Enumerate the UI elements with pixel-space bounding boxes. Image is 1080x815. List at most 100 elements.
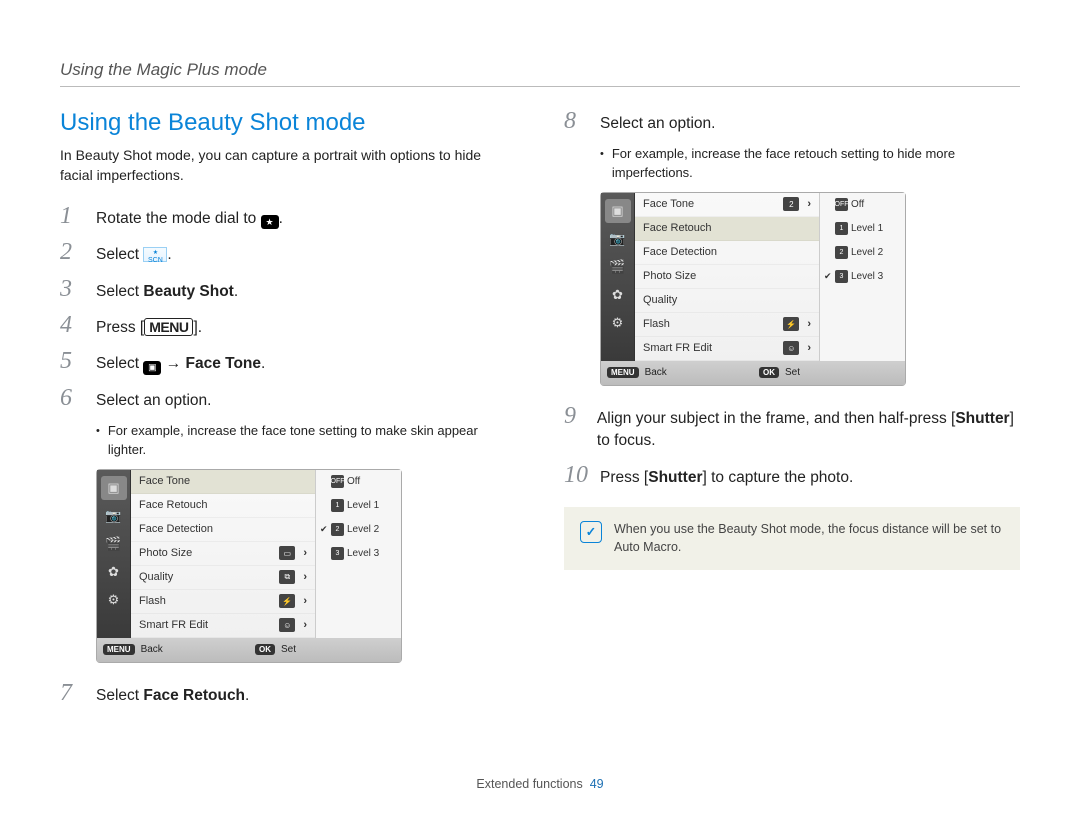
step-number: 9: [564, 404, 587, 428]
row-label: Flash: [139, 595, 166, 607]
step-number: 4: [60, 313, 86, 337]
step-text: Press [: [600, 469, 648, 486]
scn-icon: SCN: [143, 247, 167, 262]
step-9: 9 Align your subject in the frame, and t…: [564, 404, 1020, 453]
menu-row-photosize[interactable]: Photo Size▭›: [131, 542, 315, 566]
sidebar-shoot-icon: ▣: [605, 199, 631, 223]
option-icon: 3: [835, 270, 848, 283]
menu-row-flash[interactable]: Flash⚡›: [131, 590, 315, 614]
row-label: Face Tone: [139, 475, 190, 487]
step-number: 3: [60, 277, 86, 301]
back-label: Back: [645, 367, 667, 378]
menu-chip-icon: MENU: [607, 367, 639, 378]
row-value-icon: ⚡: [279, 594, 295, 608]
page-footer: Extended functions 49: [0, 777, 1080, 791]
sidebar-video-icon: 🎬: [605, 255, 631, 279]
page-number: 49: [590, 777, 604, 791]
camera-menu-list: Face Tone2› Face Retouch Face Detection …: [635, 193, 819, 361]
option-icon: 3: [331, 547, 344, 560]
step-text-post: .: [234, 283, 238, 300]
menu-row-quality[interactable]: Quality⧉›: [131, 566, 315, 590]
step-text: Select: [96, 283, 143, 300]
camera-footer: MENUBack OKSet: [97, 638, 401, 662]
option-label: Level 3: [851, 271, 883, 282]
option-off[interactable]: OFFOff: [316, 470, 401, 494]
menu-row-facetone[interactable]: Face Tone2›: [635, 193, 819, 217]
step-number: 10: [564, 463, 590, 487]
footer-section: Extended functions: [476, 777, 582, 791]
row-value-icon: ▭: [279, 546, 295, 560]
bullet-icon: •: [600, 147, 604, 181]
option-icon: 1: [331, 499, 344, 512]
ok-chip-icon: OK: [255, 644, 275, 655]
option-level2[interactable]: ✔2Level 2: [316, 518, 401, 542]
option-icon: 1: [835, 222, 848, 235]
option-level3[interactable]: ✔3Level 3: [820, 265, 905, 289]
chevron-right-icon: ›: [807, 198, 811, 210]
menu-button-label: MENU: [144, 318, 193, 336]
row-label: Face Tone: [643, 198, 694, 210]
option-icon: OFF: [835, 198, 848, 211]
step-text: Select: [96, 355, 143, 372]
option-level1[interactable]: 1Level 1: [316, 494, 401, 518]
menu-row-faceretouch[interactable]: Face Retouch: [131, 494, 315, 518]
step-text-post: .: [167, 246, 171, 263]
sub-text: For example, increase the face retouch s…: [612, 145, 1020, 181]
camera-menu-faceretouch: ▣ 📷 🎬 ✿ ⚙ Face Tone2› Face Retouch Face …: [600, 192, 906, 386]
step-number: 2: [60, 240, 86, 264]
set-label: Set: [281, 644, 296, 655]
menu-row-smartfredit[interactable]: Smart FR Edit☺›: [635, 337, 819, 361]
option-icon: 2: [835, 246, 848, 259]
step-bold: Face Retouch: [143, 687, 245, 704]
menu-row-smartfredit[interactable]: Smart FR Edit☺›: [131, 614, 315, 638]
step-6-sub: • For example, increase the face tone se…: [96, 422, 516, 458]
option-level2[interactable]: 2Level 2: [820, 241, 905, 265]
step-number: 1: [60, 204, 86, 228]
sidebar-shoot-icon: ▣: [101, 476, 127, 500]
breadcrumb-header: Using the Magic Plus mode: [60, 60, 1020, 87]
note-icon: ✓: [580, 521, 602, 543]
step-text: Select: [96, 246, 143, 263]
step-text: Select an option.: [96, 390, 211, 412]
camera-icon: ▣: [143, 361, 161, 375]
menu-row-facedetection[interactable]: Face Detection: [131, 518, 315, 542]
chevron-right-icon: ›: [807, 342, 811, 354]
step-number: 7: [60, 681, 86, 705]
menu-row-quality[interactable]: Quality: [635, 289, 819, 313]
menu-row-facedetection[interactable]: Face Detection: [635, 241, 819, 265]
sidebar-sound-icon: ✿: [101, 560, 127, 584]
sidebar-settings-icon: ⚙: [101, 588, 127, 612]
row-label: Face Detection: [139, 523, 213, 535]
step-number: 5: [60, 349, 86, 373]
menu-row-facetone[interactable]: Face Tone: [131, 470, 315, 494]
row-label: Smart FR Edit: [643, 342, 712, 354]
set-label: Set: [785, 367, 800, 378]
left-column: Using the Beauty Shot mode In Beauty Sho…: [60, 109, 516, 717]
section-title: Using the Beauty Shot mode: [60, 109, 516, 137]
sidebar-sound-icon: ✿: [605, 283, 631, 307]
check-icon: ✔: [824, 271, 832, 282]
menu-row-faceretouch[interactable]: Face Retouch: [635, 217, 819, 241]
step-text-post: ] to capture the photo.: [702, 469, 853, 486]
option-off[interactable]: OFFOff: [820, 193, 905, 217]
sidebar-camera-icon: 📷: [605, 227, 631, 251]
option-label: Off: [347, 476, 360, 487]
menu-chip-icon: MENU: [103, 644, 135, 655]
step-7: 7 Select Face Retouch.: [60, 681, 516, 707]
step-6: 6 Select an option.: [60, 386, 516, 412]
option-level1[interactable]: 1Level 1: [820, 217, 905, 241]
row-value-icon: ☺: [279, 618, 295, 632]
option-level3[interactable]: 3Level 3: [316, 542, 401, 566]
menu-row-photosize[interactable]: Photo Size: [635, 265, 819, 289]
row-label: Face Detection: [643, 246, 717, 258]
step-2: 2 Select SCN.: [60, 240, 516, 266]
menu-row-flash[interactable]: Flash⚡›: [635, 313, 819, 337]
chevron-right-icon: ›: [303, 571, 307, 583]
option-icon: OFF: [331, 475, 344, 488]
camera-menu-list: Face Tone Face Retouch Face Detection Ph…: [131, 470, 315, 638]
option-label: Off: [851, 199, 864, 210]
sub-text: For example, increase the face tone sett…: [108, 422, 516, 458]
step-8: 8 Select an option.: [564, 109, 1020, 135]
right-column: 8 Select an option. • For example, incre…: [564, 109, 1020, 717]
step-text-post: .: [261, 355, 265, 372]
